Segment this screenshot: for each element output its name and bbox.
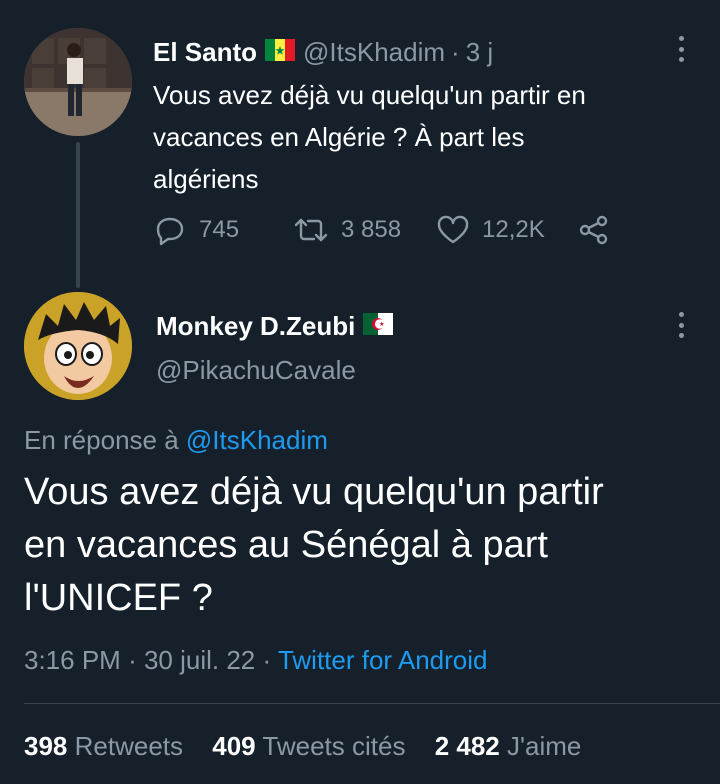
separator-dot: · (451, 36, 460, 67)
reply-mention-link[interactable]: @ItsKhadim (186, 425, 328, 455)
separator-dot: · (262, 645, 272, 675)
retweet-icon (293, 215, 329, 245)
more-options-icon[interactable] (676, 312, 686, 338)
tweet-source-link[interactable]: Twitter for Android (278, 645, 488, 675)
likes-count: 2 482 (434, 731, 500, 761)
quotes-label: Tweets cités (262, 731, 406, 761)
main-tweet-text: Vous avez déjà vu quelqu'un partir en va… (24, 466, 714, 625)
reply-context: En réponse à @ItsKhadim (24, 422, 328, 458)
quote-tweets-stat[interactable]: 409 Tweets cités (212, 731, 405, 761)
parent-author-name[interactable]: El Santo (153, 37, 257, 68)
tweet-detail-page: El Santo @ItsKhadim · 3 j Vous avez déjà… (0, 0, 720, 784)
parent-tweet-header: El Santo @ItsKhadim · 3 j (153, 34, 493, 70)
tweet-time[interactable]: 3:16 PM (24, 645, 121, 675)
heart-icon (436, 215, 470, 245)
text-line: l'UNICEF ? (24, 577, 213, 619)
main-author-name[interactable]: Monkey D.Zeubi (156, 311, 355, 342)
like-button[interactable]: 12,2K (436, 215, 578, 245)
parent-tweet-text[interactable]: Vous avez déjà vu quelqu'un partir en va… (153, 74, 693, 200)
likes-stat[interactable]: 2 482 J'aime (435, 731, 582, 761)
text-line: vacances en Algérie ? À part les (153, 122, 525, 152)
parent-tweet-actions: 745 3 858 12,2K (153, 210, 610, 250)
reply-prefix: En réponse à (24, 425, 179, 455)
monkey-d-zeubi-avatar[interactable] (24, 292, 132, 400)
retweet-button[interactable]: 3 858 (293, 215, 436, 245)
senegal-flag-icon (265, 37, 296, 68)
main-tweet-author: Monkey D.Zeubi (156, 306, 394, 346)
el-santo-avatar[interactable] (24, 28, 132, 136)
reply-count: 745 (199, 216, 240, 243)
engagement-stats: 398 Retweets 409 Tweets cités 2 482 J'ai… (24, 726, 603, 766)
main-author-handle[interactable]: @PikachuCavale (156, 352, 356, 388)
divider (24, 703, 720, 704)
reply-button[interactable]: 745 (153, 214, 293, 246)
retweets-label: Retweets (74, 731, 184, 761)
tweet-date[interactable]: 30 juil. 22 (144, 645, 255, 675)
retweets-stat[interactable]: 398 Retweets (24, 731, 183, 761)
likes-label: J'aime (507, 731, 582, 761)
retweets-count: 398 (24, 731, 68, 761)
reply-icon (153, 214, 187, 246)
text-line: Vous avez déjà vu quelqu'un partir (24, 471, 604, 513)
quotes-count: 409 (212, 731, 256, 761)
text-line: Vous avez déjà vu quelqu'un partir en (153, 80, 586, 110)
more-options-icon[interactable] (676, 36, 686, 62)
thread-connector (76, 142, 80, 288)
retweet-count: 3 858 (341, 216, 402, 243)
separator-dot: · (128, 645, 137, 675)
share-button[interactable] (578, 215, 610, 245)
share-icon (578, 215, 610, 245)
like-count: 12,2K (482, 216, 545, 243)
text-line: algériens (153, 164, 259, 194)
tweet-meta: 3:16 PM · 30 juil. 22 · Twitter for Andr… (24, 640, 488, 680)
parent-tweet-time[interactable]: 3 j (466, 37, 493, 68)
parent-author-handle[interactable]: @ItsKhadim (303, 37, 445, 68)
text-line: en vacances au Sénégal à part (24, 524, 548, 566)
algeria-flag-icon (363, 311, 394, 342)
